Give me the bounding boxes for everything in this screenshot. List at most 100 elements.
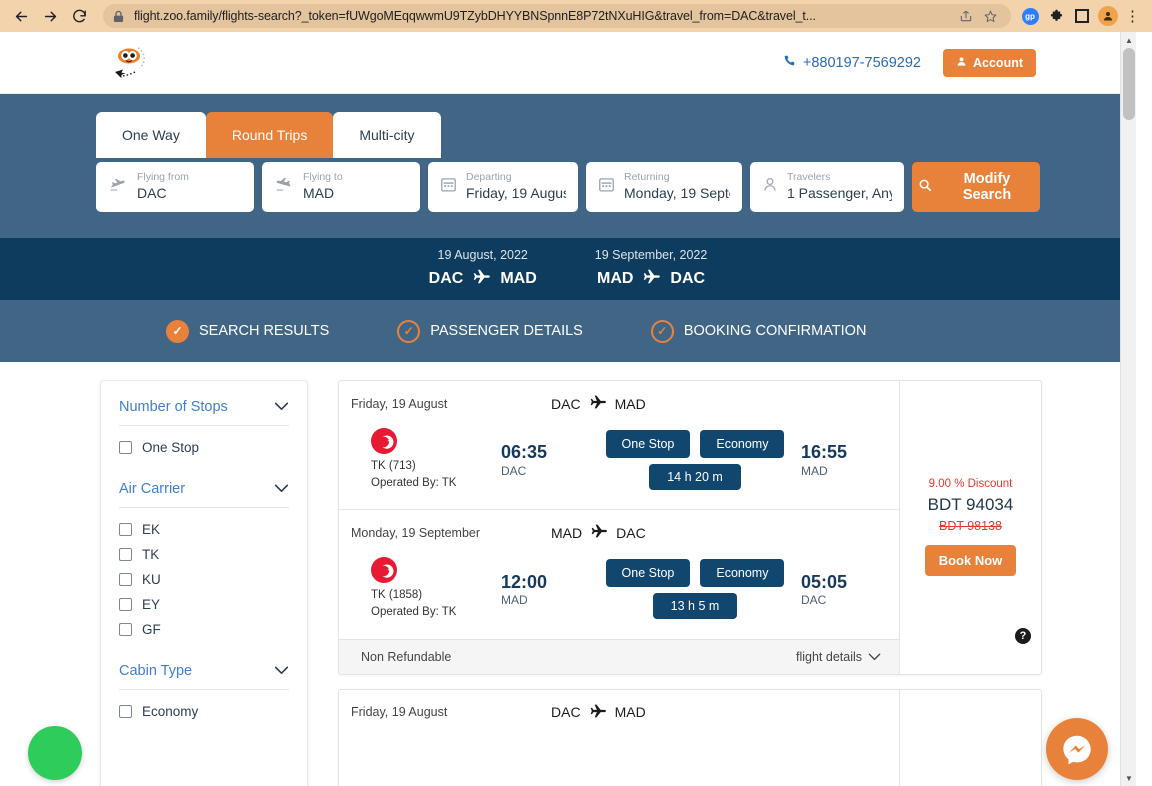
scrollbar-thumb[interactable] — [1123, 48, 1135, 120]
main-content: Number of Stops One Stop Air Carrier EK … — [0, 362, 1136, 786]
landing-plane-icon — [274, 176, 294, 199]
step-passenger-details-label: PASSENGER DETAILS — [430, 323, 583, 339]
chrome-menu-icon[interactable]: ⋮ — [1121, 9, 1144, 24]
scroll-up-arrow[interactable]: ▲ — [1121, 32, 1136, 48]
help-question-icon[interactable]: ? — [1015, 627, 1031, 644]
leg-origin: MAD — [551, 524, 583, 541]
whatsapp-chat-button[interactable] — [28, 726, 82, 780]
tab-round-trips[interactable]: Round Trips — [205, 112, 334, 158]
address-bar[interactable]: flight.zoo.family/flights-search?_token=… — [103, 4, 1011, 28]
filter-option-one-stop[interactable]: One Stop — [119, 440, 289, 455]
extensions-puzzle-icon[interactable] — [1045, 5, 1067, 27]
reload-button[interactable] — [66, 3, 92, 29]
step-search-results[interactable]: ✓ SEARCH RESULTS — [166, 319, 329, 343]
filter-option-label: One Stop — [142, 440, 200, 455]
filter-option-gf[interactable]: GF — [119, 622, 289, 637]
modify-search-button[interactable]: Modify Search — [912, 162, 1040, 212]
divider — [119, 689, 289, 690]
flying-from-value: DAC — [137, 185, 167, 202]
filter-option-economy[interactable]: Economy — [119, 704, 289, 719]
return-origin: MAD — [596, 269, 634, 287]
checkbox[interactable] — [119, 523, 132, 536]
refund-policy: Non Refundable — [361, 649, 452, 664]
extension-badge-icon[interactable]: gp — [1019, 5, 1041, 27]
checkbox[interactable] — [119, 441, 132, 454]
tab-one-way[interactable]: One Way — [96, 112, 206, 158]
plane-icon — [589, 702, 607, 723]
plane-icon — [590, 522, 608, 543]
leg-header-outbound: Friday, 19 August DAC MAD — [339, 690, 899, 731]
filter-option-label: GF — [142, 622, 161, 637]
book-now-button[interactable]: Book Now — [924, 545, 1017, 577]
site-header: +880197-7569292 Account — [0, 32, 1136, 94]
leg-route: DAC MAD — [551, 393, 646, 414]
filter-option-ey[interactable]: EY — [119, 597, 289, 612]
scroll-down-arrow[interactable]: ▼ — [1121, 770, 1136, 786]
phone-icon — [782, 54, 796, 72]
flying-to-field[interactable]: Flying to MAD — [262, 162, 420, 212]
cabin-badge: Economy — [700, 429, 785, 458]
site-logo[interactable] — [105, 41, 155, 85]
profile-avatar-icon[interactable] — [1097, 5, 1119, 27]
share-icon[interactable] — [955, 5, 977, 27]
filter-header-stops[interactable]: Number of Stops — [119, 399, 289, 425]
departure-time: 12:00 — [501, 571, 548, 592]
flying-from-field[interactable]: Flying from DAC — [96, 162, 254, 212]
results-list: Friday, 19 August DAC MAD TK (713) Opera… — [338, 380, 1042, 786]
checkbox[interactable] — [119, 548, 132, 561]
departing-date-field[interactable]: Departing Friday, 19 August, 20 — [428, 162, 578, 212]
filter-title-stops: Number of Stops — [119, 399, 228, 415]
leg-route: DAC MAD — [551, 702, 646, 723]
filter-title-air-carrier: Air Carrier — [119, 481, 186, 497]
checkbox[interactable] — [119, 623, 132, 636]
reading-list-icon[interactable] — [1071, 5, 1093, 27]
step-passenger-details[interactable]: ✓ PASSENGER DETAILS — [397, 319, 583, 343]
flight-price-panel — [900, 690, 1041, 786]
leg-origin: DAC — [551, 704, 581, 721]
flight-badges: One Stop Economy 13 h 5 m — [593, 559, 797, 620]
flight-code: TK (1858) — [371, 589, 423, 602]
plane-icon — [472, 267, 491, 291]
outbound-origin: DAC — [428, 269, 464, 287]
flying-from-label: Flying from — [137, 171, 189, 184]
return-path: MAD DAC — [595, 267, 708, 291]
leg-header-outbound: Friday, 19 August DAC MAD — [339, 381, 899, 422]
return-date: 19 September, 2022 — [594, 247, 708, 262]
flight-price-panel: 9.00 % Discount BDT 94034 BDT 98138 Book… — [900, 381, 1041, 674]
arrival-airport: MAD — [801, 463, 828, 478]
page-scrollbar[interactable]: ▲ ▼ — [1120, 32, 1136, 786]
departing-value: Friday, 19 August, 20 — [466, 185, 566, 202]
leg-row-return: TK (1858) Operated By: TK 12:00 MAD One … — [339, 551, 899, 638]
bookmark-star-icon[interactable] — [979, 5, 1001, 27]
checkbox[interactable] — [119, 705, 132, 718]
flight-result-card[interactable]: Friday, 19 August DAC MAD — [338, 688, 1042, 786]
travelers-field[interactable]: Travelers 1 Passenger, Any — [750, 162, 904, 212]
checkbox[interactable] — [119, 573, 132, 586]
chevron-down-icon — [274, 663, 289, 679]
operated-by: Operated By: TK — [371, 606, 457, 619]
forward-button[interactable] — [37, 3, 63, 29]
outbound-path: DAC MAD — [429, 267, 537, 291]
search-fields: Flying from DAC Flying to MAD Departing … — [96, 162, 1040, 212]
step-booking-confirmation[interactable]: ✓ BOOKING CONFIRMATION — [650, 319, 866, 343]
arrival-airport: DAC — [801, 593, 827, 608]
flight-details-toggle[interactable]: flight details — [796, 650, 881, 664]
flight-result-card[interactable]: Friday, 19 August DAC MAD — [338, 380, 1042, 675]
filter-option-ku[interactable]: KU — [119, 572, 289, 587]
phone-link[interactable]: +880197-7569292 — [782, 54, 921, 72]
filter-header-air-carrier[interactable]: Air Carrier — [119, 481, 289, 507]
returning-date-field[interactable]: Returning Monday, 19 Septemb — [586, 162, 742, 212]
messenger-chat-button[interactable] — [1046, 718, 1108, 780]
tab-multi-city[interactable]: Multi-city — [333, 112, 441, 158]
account-button[interactable]: Account — [943, 48, 1036, 77]
filter-option-tk[interactable]: TK — [119, 547, 289, 562]
chrome-action-icons: gp ⋮ — [1017, 5, 1144, 27]
travelers-label: Travelers — [787, 171, 831, 184]
back-button[interactable] — [8, 3, 34, 29]
discount-label: 9.00 % Discount — [928, 478, 1013, 491]
check-icon: ✓ — [650, 319, 674, 343]
checkbox[interactable] — [119, 598, 132, 611]
turkish-airlines-logo-icon — [371, 557, 397, 584]
filter-header-cabin-type[interactable]: Cabin Type — [119, 663, 289, 689]
filter-option-ek[interactable]: EK — [119, 522, 289, 537]
